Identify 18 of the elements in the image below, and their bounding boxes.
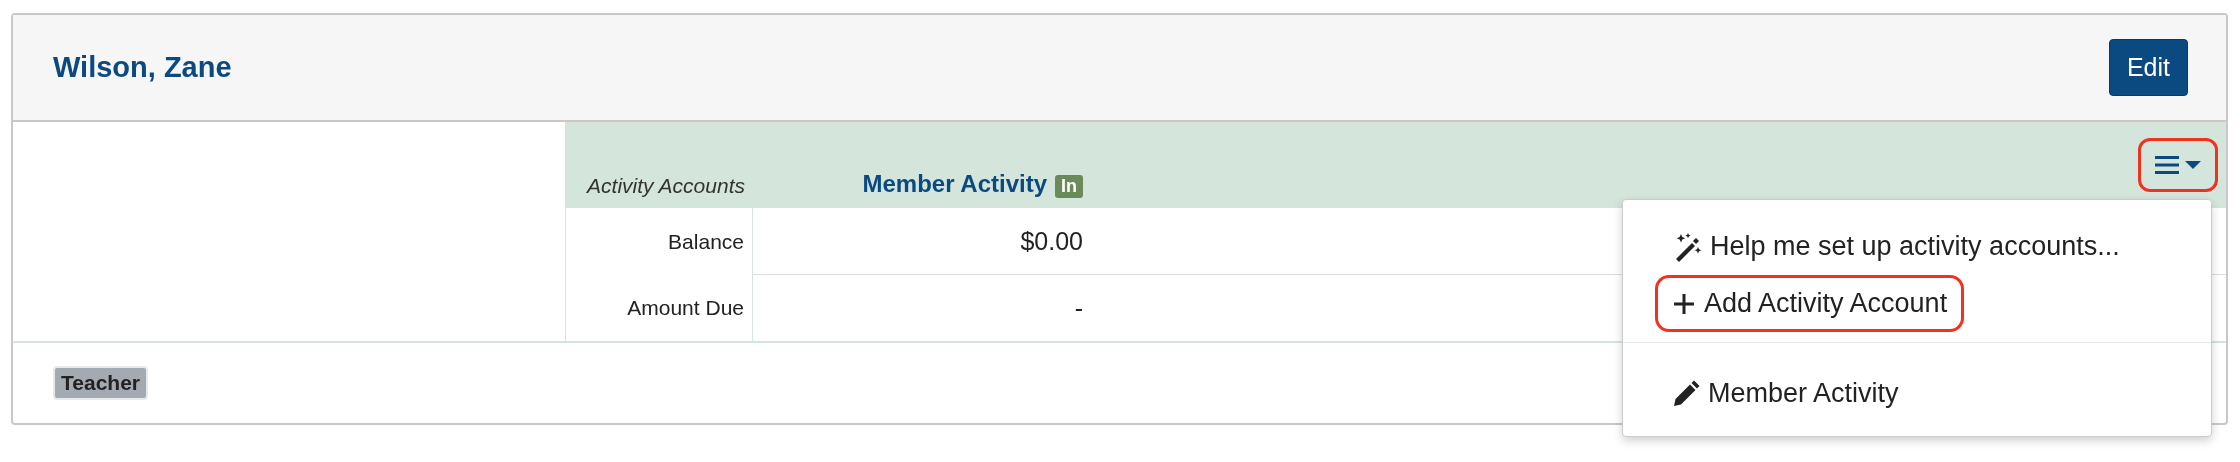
caret-icon [2185,160,2201,170]
table-cell-text: - [1073,292,1084,324]
menu-item[interactable]: Help me set up activity accounts... [1655,218,2137,275]
status-badge: In [1055,175,1083,198]
pencil-icon [1672,379,1700,408]
row-label: Balance [566,208,753,275]
table-cell: $0.00 [753,208,1101,275]
plus-icon [1672,291,1696,316]
row-label: Amount Due [566,275,753,341]
column-heading[interactable]: Member Activity [862,170,1047,198]
menu-button[interactable] [2138,138,2218,192]
menu-icon [2155,155,2179,175]
role-tag: Teacher [53,366,148,400]
menu-item[interactable]: Add Activity Account [1655,275,1965,332]
member-name: Wilson, Zane [53,51,232,84]
menu-item[interactable]: Member Activity [1655,365,1916,422]
edit-button[interactable]: Edit [2108,39,2188,96]
table-heading: Activity Accounts [566,122,753,208]
